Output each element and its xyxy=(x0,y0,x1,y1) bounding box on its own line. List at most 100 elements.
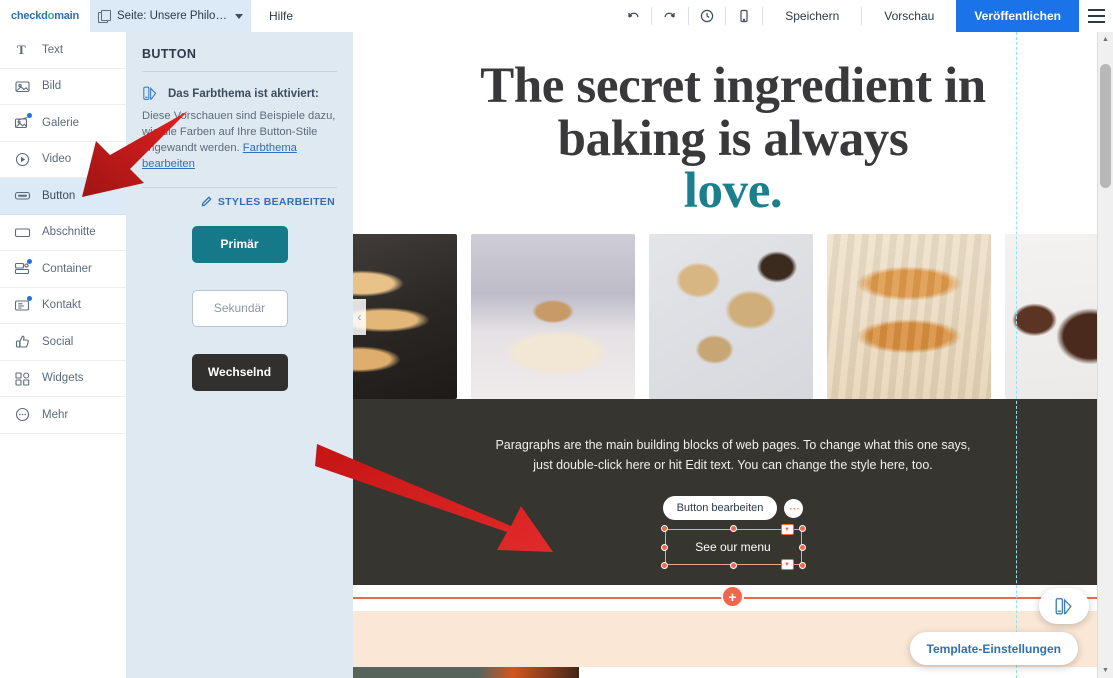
history-clock-icon xyxy=(701,9,714,23)
hero-line-2: baking is always xyxy=(557,110,909,167)
gallery-image[interactable] xyxy=(827,234,991,399)
resize-handle-n[interactable] xyxy=(729,525,737,532)
undo-button[interactable] xyxy=(615,0,651,32)
bottom-content-row xyxy=(353,667,1113,678)
sidebar-item-label: Kontakt xyxy=(42,299,81,312)
gallery-image[interactable] xyxy=(353,234,457,399)
bottom-card[interactable] xyxy=(689,667,989,678)
scroll-up-icon[interactable]: ▲ xyxy=(1098,32,1113,47)
scrollbar-thumb[interactable] xyxy=(1100,64,1111,188)
mobile-preview-button[interactable] xyxy=(726,0,762,32)
button-edit-toolbar: Button bearbeiten ⋯ xyxy=(353,496,1113,520)
button-settings-panel: BUTTON Das Farbthema ist aktiviert: Dies… xyxy=(126,32,354,678)
preview-button[interactable]: Vorschau xyxy=(862,0,956,32)
new-badge-dot xyxy=(27,113,32,119)
hero-section[interactable]: The secret ingredient in baking is alway… xyxy=(353,32,1113,234)
color-theme-note: Das Farbthema ist aktiviert: Diese Vorsc… xyxy=(126,72,353,173)
sidebar-item-text[interactable]: T Text xyxy=(0,32,126,69)
edit-button-action[interactable]: Button bearbeiten xyxy=(662,496,778,520)
gallery-icon xyxy=(14,113,32,131)
scroll-down-icon[interactable]: ▼ xyxy=(1098,663,1113,678)
mobile-preview-icon xyxy=(740,9,748,23)
spacing-handle-top[interactable]: ▼ xyxy=(780,524,794,535)
help-button[interactable]: Hilfe xyxy=(251,0,311,32)
sidebar-item-abschnitte[interactable]: Abschnitte xyxy=(0,215,126,251)
color-theme-icon xyxy=(142,85,159,102)
page-canvas[interactable]: The secret ingredient in baking is alway… xyxy=(353,32,1113,678)
color-theme-note-body: Diese Vorschauen sind Beispiele dazu, wi… xyxy=(142,109,337,173)
color-theme-note-text: Das Farbthema ist aktiviert: xyxy=(168,87,319,100)
add-section-divider[interactable]: + xyxy=(353,585,1113,611)
alignment-guide xyxy=(1016,32,1017,678)
hamburger-menu-icon[interactable] xyxy=(1079,0,1113,32)
video-icon xyxy=(14,151,31,168)
dark-text-section[interactable]: Paragraphs are the main building blocks … xyxy=(353,399,1113,585)
logo-post: main xyxy=(54,10,80,22)
resize-handle-nw[interactable] xyxy=(660,525,668,532)
preview-button-secondary[interactable]: Sekundär xyxy=(191,289,288,327)
resize-handle-sw[interactable] xyxy=(660,562,668,569)
new-badge-dot xyxy=(27,259,32,265)
sidebar-item-label: Video xyxy=(42,153,72,166)
preview-button-primary[interactable]: Primär xyxy=(191,225,288,263)
color-theme-fab[interactable] xyxy=(1039,588,1089,624)
selected-button-wrapper: See our menu ▼ ▼ xyxy=(660,524,806,570)
sidebar-item-mehr[interactable]: Mehr xyxy=(0,397,126,434)
svg-text:T: T xyxy=(17,42,26,57)
resize-handle-w[interactable] xyxy=(660,544,668,551)
sidebar-item-label: Social xyxy=(42,335,74,348)
edit-styles-button[interactable]: STYLES BEARBEITEN xyxy=(126,188,353,208)
edit-styles-label: STYLES BEARBEITEN xyxy=(217,195,335,208)
sidebar-item-bild[interactable]: Bild xyxy=(0,69,126,105)
top-toolbar: checkd o main Seite: Unsere Philos... Hilf… xyxy=(0,0,1113,33)
page-selector-tab[interactable]: Seite: Unsere Philos... xyxy=(90,0,251,32)
sidebar-item-label: Bild xyxy=(42,80,62,93)
pencil-icon xyxy=(201,196,212,207)
save-button[interactable]: Speichern xyxy=(763,0,861,32)
gallery-image[interactable] xyxy=(649,234,813,399)
sidebar-item-container[interactable]: Container xyxy=(0,251,126,288)
more-icon xyxy=(14,406,31,423)
toolbar-icon-group xyxy=(615,0,764,32)
sidebar-item-video[interactable]: Video xyxy=(0,142,126,178)
sidebar-item-social[interactable]: Social xyxy=(0,324,126,361)
publish-button[interactable]: Veröffentlichen xyxy=(956,0,1079,32)
redo-button[interactable] xyxy=(652,0,688,32)
gallery-image[interactable] xyxy=(471,234,635,399)
chevron-down-icon[interactable] xyxy=(235,13,243,19)
plus-icon[interactable]: + xyxy=(721,585,744,608)
template-settings-button[interactable]: Template-Einstellungen xyxy=(909,632,1078,665)
spacing-handle-bottom[interactable]: ▼ xyxy=(780,559,794,570)
panel-title: BUTTON xyxy=(142,47,197,61)
bottom-image[interactable] xyxy=(353,667,579,678)
chevron-left-icon[interactable]: ‹ xyxy=(353,298,366,335)
sidebar-item-widgets[interactable]: Widgets xyxy=(0,361,126,397)
text-icon: T xyxy=(14,41,31,58)
element-sidebar: T Text Bild Galerie Video Button Abschni… xyxy=(0,32,127,678)
sidebar-item-label: Button xyxy=(42,189,76,202)
canvas-scrollbar[interactable]: ▲ ▼ xyxy=(1097,32,1113,678)
sidebar-item-kontakt[interactable]: Kontakt xyxy=(0,288,126,324)
new-badge-dot xyxy=(27,295,32,301)
image-icon xyxy=(14,78,31,95)
page-selector-label: Seite: Unsere Philos... xyxy=(117,10,229,22)
sidebar-item-label: Mehr xyxy=(42,408,69,421)
sidebar-item-label: Text xyxy=(42,43,64,56)
app-logo[interactable]: checkd o main xyxy=(0,0,90,32)
button-style-previews: Primär Sekundär Wechselnd xyxy=(126,208,353,391)
sidebar-item-galerie[interactable]: Galerie xyxy=(0,105,126,142)
sidebar-item-button[interactable]: Button xyxy=(0,178,126,215)
widgets-icon xyxy=(14,370,31,387)
paragraph-line-1: Paragraphs are the main building blocks … xyxy=(495,438,971,452)
ellipsis-icon[interactable]: ⋯ xyxy=(784,498,804,518)
resize-handle-ne[interactable] xyxy=(798,525,806,532)
resize-handle-e[interactable] xyxy=(798,544,806,551)
image-gallery-carousel[interactable]: ‹ xyxy=(353,234,1113,399)
preview-button-alternate[interactable]: Wechselnd xyxy=(191,353,288,391)
resize-handle-s[interactable] xyxy=(729,562,737,569)
section-paragraph: Paragraphs are the main building blocks … xyxy=(353,435,1113,475)
history-button[interactable] xyxy=(689,0,725,32)
sidebar-item-label: Widgets xyxy=(42,372,84,385)
resize-handle-se[interactable] xyxy=(798,562,806,569)
